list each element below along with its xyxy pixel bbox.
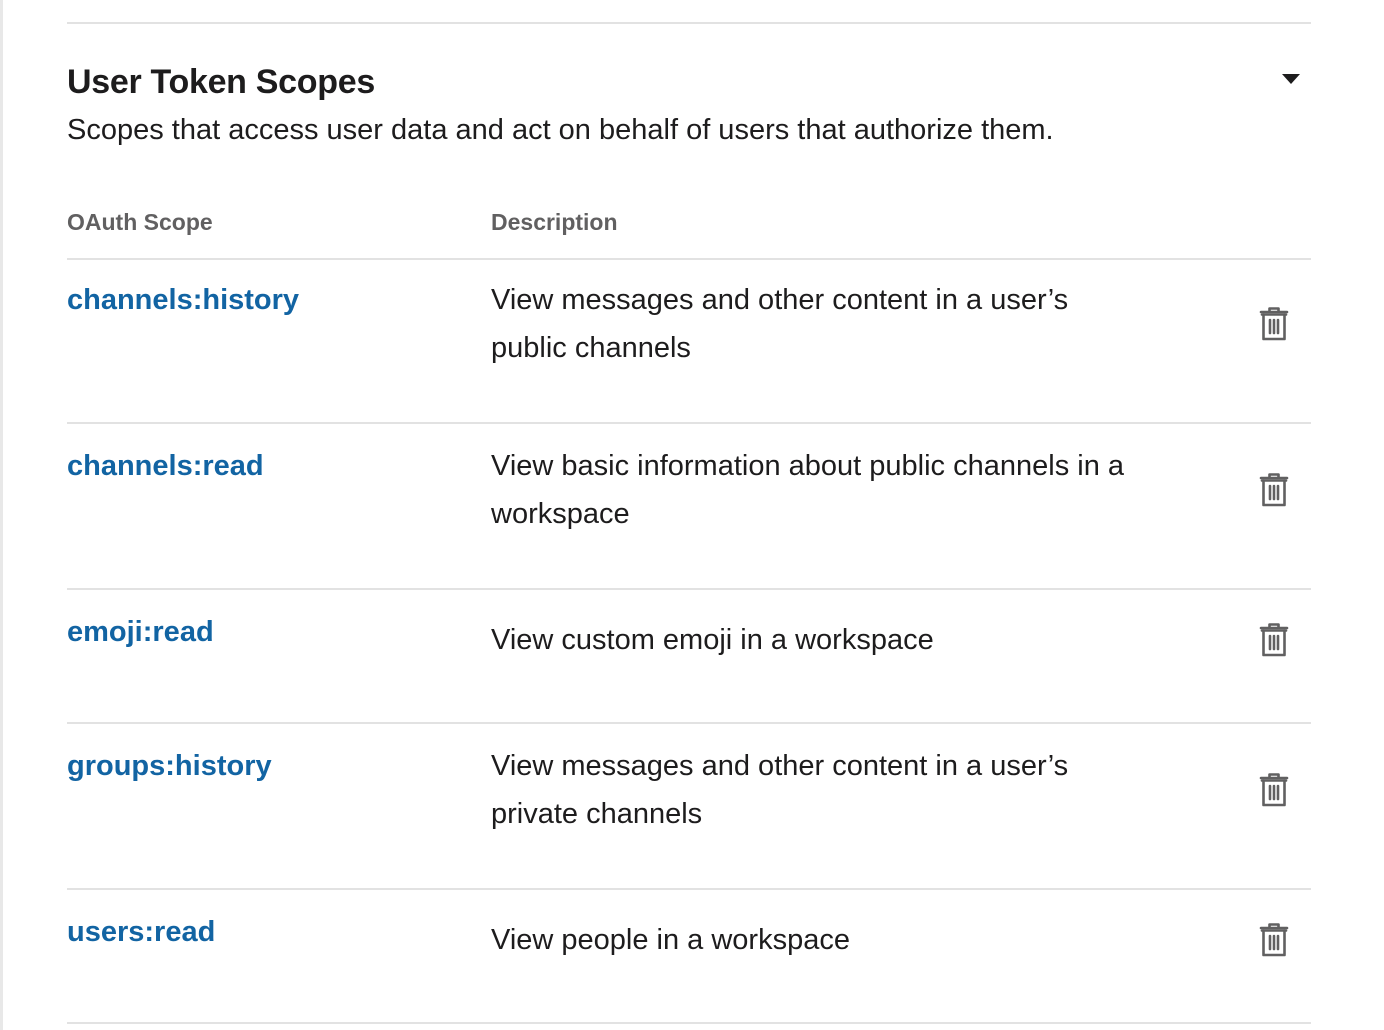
caret-down-icon (1282, 74, 1300, 84)
panel-left-border (0, 0, 3, 1030)
remove-scope-button[interactable] (1253, 768, 1295, 812)
scope-link-emoji-read[interactable]: emoji:read (67, 612, 214, 652)
table-row: channels:history View messages and other… (67, 258, 1311, 424)
user-token-scopes-section: User Token Scopes Scopes that access use… (67, 0, 1311, 1030)
scope-description: View people in a workspace (491, 924, 850, 956)
remove-scope-button[interactable] (1253, 918, 1295, 962)
table-row: groups:history View messages and other c… (67, 724, 1311, 890)
scope-description: View messages and other content in a use… (491, 750, 1069, 830)
table-row: users:read View people in a workspace (67, 890, 1311, 1024)
trash-icon (1259, 923, 1289, 957)
table-row: emoji:read View custom emoji in a worksp… (67, 590, 1311, 724)
scope-link-channels-history[interactable]: channels:history (67, 280, 299, 320)
remove-scope-button[interactable] (1253, 302, 1295, 346)
scope-link-users-read[interactable]: users:read (67, 912, 215, 952)
column-header-oauth-scope: OAuth Scope (67, 209, 213, 235)
scope-description: View basic information about public chan… (491, 450, 1125, 530)
section-top-divider (67, 22, 1311, 24)
scope-link-groups-history[interactable]: groups:history (67, 746, 272, 786)
trash-icon (1259, 623, 1289, 657)
scope-link-channels-read[interactable]: channels:read (67, 446, 264, 486)
scopes-table-header: OAuth Scope Description (67, 200, 1311, 260)
scope-description: View messages and other content in a use… (491, 284, 1069, 364)
section-title: User Token Scopes (67, 63, 375, 101)
trash-icon (1259, 307, 1289, 341)
table-row: channels:read View basic information abo… (67, 424, 1311, 590)
column-header-description: Description (491, 209, 618, 235)
collapse-toggle-button[interactable] (1273, 64, 1309, 94)
remove-scope-button[interactable] (1253, 468, 1295, 512)
scope-description: View custom emoji in a workspace (491, 624, 934, 656)
trash-icon (1259, 473, 1289, 507)
trash-icon (1259, 773, 1289, 807)
remove-scope-button[interactable] (1253, 618, 1295, 662)
section-description: Scopes that access user data and act on … (67, 114, 1054, 146)
